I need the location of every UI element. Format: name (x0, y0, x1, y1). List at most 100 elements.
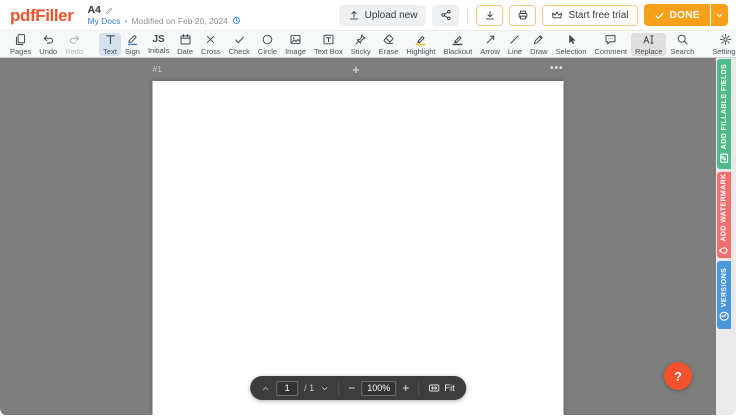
toolbar-item-arrow[interactable]: Arrow (476, 33, 504, 56)
toolbar-item-label: Image (285, 48, 306, 56)
replace-icon (642, 33, 655, 46)
toolbar-item-cross[interactable]: Cross (197, 33, 225, 56)
toolbar-item-initials[interactable]: JSInitials (144, 33, 173, 56)
arrow-icon (484, 33, 497, 46)
done-button[interactable]: DONE (644, 4, 711, 26)
download-button[interactable] (476, 5, 503, 26)
blackout-icon (451, 33, 464, 46)
toolbar-item-redo[interactable]: Redo (61, 33, 87, 56)
toolbar-item-blackout[interactable]: Blackout (440, 33, 477, 56)
initials-icon: JS (152, 34, 164, 46)
pdffiller-app: pdfFiller A4 My Docs • Modified on Feb 2… (0, 0, 736, 416)
start-free-trial-button[interactable]: Start free trial (542, 5, 637, 26)
toolbar-item-erase[interactable]: Erase (375, 33, 403, 56)
zoom-level-value: 100% (361, 381, 396, 396)
toolbar-item-sticky[interactable]: Sticky (347, 33, 375, 56)
history-clock-icon[interactable] (232, 16, 241, 25)
toolbar-item-text[interactable]: Text (99, 33, 121, 56)
watermark-icon (718, 245, 730, 257)
toolbar-item-pages[interactable]: Pages (6, 33, 35, 56)
toolbar-item-search[interactable]: Search (666, 33, 698, 56)
chevron-up-icon (261, 384, 270, 393)
help-button[interactable]: ? (664, 362, 692, 390)
toolbar-item-label: Pages (10, 48, 31, 56)
toolbar-item-date[interactable]: Date (173, 33, 197, 56)
cross-icon (204, 33, 217, 46)
toolbar-item-draw[interactable]: Draw (526, 33, 552, 56)
print-button[interactable] (509, 5, 536, 26)
comment-icon (604, 33, 617, 46)
toolbar-item-check[interactable]: Check (225, 33, 254, 56)
zoom-out-button[interactable]: − (348, 382, 355, 394)
toolbar-item-label: Arrow (480, 48, 500, 56)
side-tab-fillable-fields[interactable]: ADD FILLABLE FIELDS (717, 59, 731, 169)
page-number-input[interactable] (276, 381, 298, 396)
textbox-icon (322, 33, 335, 46)
done-button-group: DONE (644, 4, 729, 26)
share-button[interactable] (432, 5, 459, 26)
line-icon (508, 33, 521, 46)
toolbar-item-selection[interactable]: Selection (552, 33, 591, 56)
document-canvas: #1 + ••• / 1 − 100% + (0, 58, 716, 415)
document-page[interactable] (153, 81, 564, 415)
toolbar-item-circle[interactable]: Circle (254, 33, 281, 56)
toolbar-item-label: Blackout (444, 48, 473, 56)
toolbar-group-settings: Settings (708, 31, 736, 57)
toolbar-item-replace[interactable]: Replace (631, 33, 667, 56)
side-tab-versions[interactable]: VERSIONS (717, 261, 731, 329)
breadcrumb-my-docs[interactable]: My Docs (87, 17, 120, 26)
toolbar-item-label: Sticky (351, 48, 371, 56)
sign-icon (126, 33, 139, 46)
side-tab-label: VERSIONS (721, 268, 728, 307)
toolbar-item-sign[interactable]: Sign (121, 33, 144, 56)
page-controls: #1 + ••• (153, 62, 564, 76)
toolbar-item-label: Draw (530, 48, 548, 56)
toolbar-item-highlight[interactable]: Highlight (402, 33, 439, 56)
toolbar-item-label: Circle (258, 48, 277, 56)
redo-icon (68, 33, 81, 46)
toolbar-item-undo[interactable]: Undo (35, 33, 61, 56)
next-page-button[interactable] (320, 384, 329, 393)
toolbar-item-label: Date (177, 48, 193, 56)
previous-page-button[interactable] (261, 384, 270, 393)
toolbar-item-label: Undo (39, 48, 57, 56)
toolbar-item-label: Sign (125, 48, 140, 56)
pager-divider (338, 382, 339, 395)
page-number-label: #1 (153, 64, 162, 74)
zoom-in-button[interactable]: + (402, 382, 409, 394)
upload-new-button[interactable]: Upload new (339, 5, 427, 26)
toolbar-item-label: Redo (65, 48, 83, 56)
download-icon (484, 9, 496, 21)
page-options-button[interactable]: ••• (550, 64, 564, 74)
chevron-down-icon (715, 11, 724, 20)
toolbar-item-comment[interactable]: Comment (590, 33, 631, 56)
breadcrumb-separator: • (125, 17, 128, 26)
toolbar-item-label: Erase (379, 48, 399, 56)
clock-icon (718, 310, 730, 322)
crown-icon (551, 9, 563, 21)
toolbar-item-text-box[interactable]: Text Box (310, 33, 347, 56)
fit-to-width-button[interactable]: Fit (428, 382, 455, 394)
editor-toolbar: Pages Undo Redo Text Sign JSInitials Date Cros… (0, 30, 736, 58)
modified-date-label: Modified on Feb 20, 2024 (132, 17, 228, 26)
toolbar-item-label: Highlight (406, 48, 435, 56)
add-page-button[interactable]: + (352, 63, 360, 76)
toolbar-item-label: Search (670, 48, 694, 56)
page-total-label: / 1 (304, 383, 314, 393)
edit-title-icon[interactable] (105, 6, 114, 15)
header-actions: Upload new Start free trial DONE (339, 4, 728, 26)
toolbar-item-label: Comment (594, 48, 627, 56)
pager-divider (418, 382, 419, 395)
check-icon (233, 33, 246, 46)
side-tab-watermark[interactable]: ADD WATERMARK (717, 172, 731, 258)
toolbar-item-settings[interactable]: Settings (708, 33, 736, 56)
search-icon (676, 33, 689, 46)
toolbar-item-label: Line (508, 48, 522, 56)
done-dropdown-button[interactable] (711, 4, 728, 26)
toolbar-item-label: Initials (148, 47, 169, 55)
sticky-icon (354, 33, 367, 46)
toolbar-item-line[interactable]: Line (504, 33, 526, 56)
toolbar-item-image[interactable]: Image (281, 33, 310, 56)
side-tab-label: ADD FILLABLE FIELDS (721, 64, 728, 149)
check-icon (654, 10, 665, 21)
